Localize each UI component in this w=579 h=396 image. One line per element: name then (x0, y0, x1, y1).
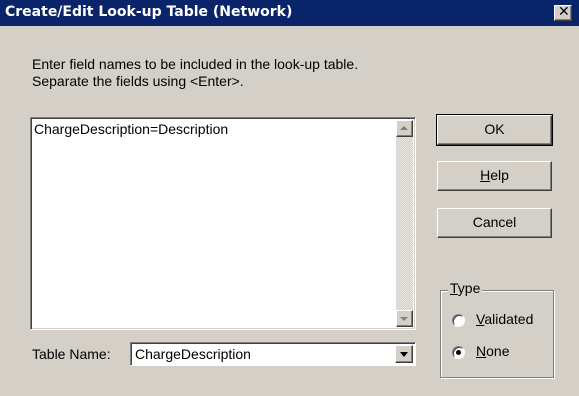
scroll-up-button[interactable] (396, 120, 413, 137)
field-names-textbox[interactable]: ChargeDescription=Description (30, 117, 416, 330)
help-button[interactable]: Help (437, 161, 552, 191)
instruction-line-1: Enter field names to be included in the … (32, 56, 359, 72)
title-bar: Create/Edit Look-up Table (Network) ✕ (0, 0, 579, 26)
type-group-label: Type (448, 280, 483, 296)
type-label: ype (457, 280, 481, 296)
none-mnemonic: N (476, 343, 487, 359)
validated-radio-label[interactable]: Validated (476, 311, 533, 327)
help-label: elp (490, 167, 509, 183)
table-name-value: ChargeDescription (135, 346, 251, 362)
ok-label: OK (484, 121, 505, 137)
table-name-dropdown-button[interactable] (395, 345, 413, 363)
none-label: one (486, 343, 510, 359)
type-groupbox (440, 290, 554, 378)
chevron-down-icon (400, 352, 408, 357)
lookup-table-dialog: Create/Edit Look-up Table (Network) ✕ En… (0, 0, 579, 396)
scroll-down-button[interactable] (396, 310, 413, 327)
radio-selected-dot (456, 350, 461, 355)
arrow-down-icon (400, 317, 408, 321)
field-names-content: ChargeDescription=Description (34, 121, 229, 137)
validated-radio[interactable] (452, 314, 465, 327)
close-button[interactable]: ✕ (554, 4, 572, 21)
validated-label: alidated (484, 311, 534, 327)
none-radio[interactable] (452, 346, 465, 359)
window-title: Create/Edit Look-up Table (Network) (5, 4, 293, 20)
close-icon: ✕ (558, 4, 570, 20)
table-name-combobox[interactable]: ChargeDescription (130, 342, 416, 366)
arrow-up-icon (400, 126, 408, 130)
ok-button[interactable]: OK (436, 114, 553, 146)
help-mnemonic: H (480, 167, 491, 183)
cancel-label: Cancel (472, 214, 517, 230)
table-name-label: Table Name: (32, 346, 111, 362)
vertical-scrollbar[interactable] (396, 120, 413, 327)
none-radio-label[interactable]: None (476, 343, 509, 359)
instruction-line-2: Separate the fields using <Enter>. (32, 73, 244, 89)
cancel-button[interactable]: Cancel (437, 208, 552, 238)
type-mnemonic: T (450, 280, 458, 296)
